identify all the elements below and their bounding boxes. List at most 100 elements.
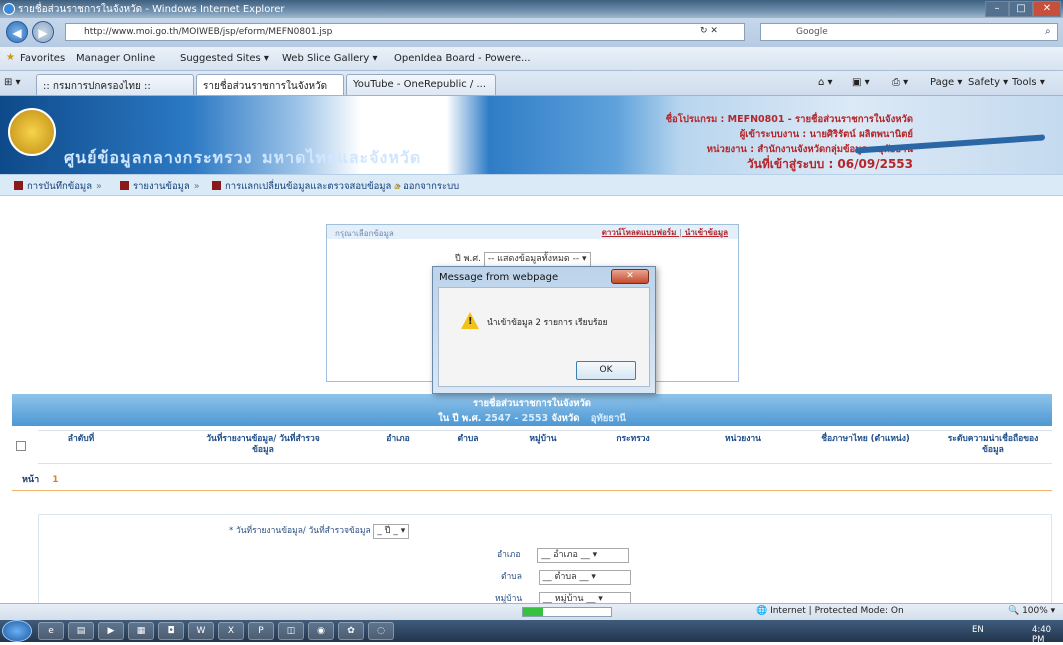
home-icon: ⌂: [394, 181, 401, 192]
col-subdistrict: ตำบล: [457, 434, 479, 444]
media-taskbar-icon[interactable]: ▶: [98, 622, 124, 640]
forward-icon[interactable]: ▶: [32, 21, 54, 43]
subdistrict-label: ตำบล: [501, 572, 522, 582]
home-icon[interactable]: ⌂ ▾: [818, 77, 833, 88]
window-title-bar: รายชื่อส่วนราชการในจังหวัด - Windows Int…: [0, 0, 1063, 18]
year-select[interactable]: -- แสดงข้อมูลทั้งหมด -- ▾: [483, 252, 591, 267]
col-reliability: ระดับความน่าเชื่อถือของข้อมูล: [947, 434, 1039, 455]
menu-report-data[interactable]: รายงานข้อมูล»: [120, 179, 204, 194]
window-title: รายชื่อส่วนราชการในจังหวัด - Windows Int…: [18, 4, 285, 15]
col-village: หมู่บ้าน: [529, 434, 557, 444]
pager-label: หน้า: [22, 475, 40, 485]
app-taskbar-icon[interactable]: ◉: [308, 622, 334, 640]
tab-youtube[interactable]: YouTube - OneRepublic / ...: [346, 74, 496, 95]
safety-menu[interactable]: Safety ▾: [968, 77, 1008, 88]
dialog-message: นำเข้าข้อมูล 2 รายการ เรียบร้อย: [487, 318, 608, 328]
menu-exchange-data[interactable]: การแลกเปลี่ยนข้อมูลและตรวจสอบข้อมูล»: [212, 179, 405, 194]
year-row: ปี พ.ศ. -- แสดงข้อมูลทั้งหมด -- ▾: [455, 251, 591, 267]
pager: หน้า 1: [22, 472, 59, 486]
dialog-body: ! นำเข้าข้อมูล 2 รายการ เรียบร้อย OK: [438, 287, 650, 387]
village-select[interactable]: __ หมู่บ้าน __ ▾: [538, 592, 631, 603]
tools-menu[interactable]: Tools ▾: [1012, 77, 1045, 88]
col-thai-name: ชื่อภาษาไทย (ตำแหน่ง): [821, 434, 910, 444]
import-data-link[interactable]: นำเข้าข้อมูล: [685, 228, 728, 237]
search-input[interactable]: Google: [760, 23, 1058, 41]
start-button[interactable]: [2, 620, 32, 642]
page-link[interactable]: 1: [52, 475, 58, 485]
back-icon[interactable]: ◀: [6, 21, 28, 43]
report-year-select[interactable]: _ ปี _ ▾: [373, 524, 410, 539]
message-dialog: Message from webpage ✕ ! นำเข้าข้อมูล 2 …: [432, 266, 656, 394]
fav-openidea-board[interactable]: OpenIdea Board - Powere...: [394, 53, 531, 64]
col-order: ลำดับที่: [67, 434, 95, 444]
app-taskbar-icon[interactable]: ◘: [158, 622, 184, 640]
print-icon[interactable]: ⎙ ▾: [892, 77, 908, 88]
clock[interactable]: 4:40 PM: [1032, 625, 1063, 645]
favorites-button[interactable]: Favorites: [20, 53, 65, 64]
fav-web-slice-gallery[interactable]: Web Slice Gallery ▾: [282, 53, 378, 64]
panel-links: ดาวน์โหลดแบบฟอร์ม | นำเข้าข้อมูล: [601, 228, 728, 237]
panel-header: กรุณาเลือกข้อมูล ดาวน์โหลดแบบฟอร์ม | นำเ…: [327, 225, 738, 239]
app-taskbar-icon[interactable]: ✿: [338, 622, 364, 640]
dialog-close-button[interactable]: ✕: [611, 269, 649, 284]
program-name: ชื่อโปรแกรม : MEFN0801 - รายชื่อส่วนราชก…: [665, 114, 913, 125]
menu-logout[interactable]: ⌂ ออกจากระบบ: [394, 179, 459, 194]
banner-mid-text: มหาดไทยและจังหวัด: [262, 148, 422, 167]
ok-button[interactable]: OK: [576, 361, 636, 380]
address-row: ◀ ▶ http://www.moi.go.th/MOIWEB/jsp/efor…: [0, 18, 1063, 47]
close-button[interactable]: ✕: [1033, 1, 1061, 17]
village-label: หมู่บ้าน: [495, 594, 523, 603]
dialog-title: Message from webpage: [439, 272, 559, 283]
app-taskbar-icon[interactable]: ◌: [368, 622, 394, 640]
app-taskbar-icon[interactable]: ▦: [128, 622, 154, 640]
zoom-level[interactable]: 🔍 100% ▾: [1008, 606, 1055, 616]
page-load-progress: [522, 607, 612, 617]
results-table-header: ลำดับที่ วันที่รายงานข้อมูล/ วันที่สำรวจ…: [38, 430, 1052, 464]
report-date-label: * วันที่รายงานข้อมูล/ วันที่สำรวจข้อมูล: [229, 526, 371, 536]
tab-moi-home[interactable]: :: กรมการปกครองไทย ::: [36, 74, 194, 95]
language-indicator[interactable]: EN: [972, 625, 984, 635]
status-bar: 🌐 Internet | Protected Mode: On 🔍 100% ▾: [0, 603, 1063, 620]
year-label: ปี พ.ศ.: [455, 254, 481, 264]
app-taskbar-icon[interactable]: ◫: [278, 622, 304, 640]
page-menu[interactable]: Page ▾: [930, 77, 962, 88]
warning-icon: !: [461, 312, 479, 329]
address-input[interactable]: http://www.moi.go.th/MOIWEB/jsp/eform/ME…: [65, 23, 745, 41]
favorites-bar: ★ Favorites Manager Online Suggested Sit…: [0, 47, 1063, 71]
star-icon: ★: [6, 52, 15, 63]
excel-taskbar-icon[interactable]: X: [218, 622, 244, 640]
refresh-icon[interactable]: ↻ ✕: [700, 26, 718, 36]
minimize-button[interactable]: –: [985, 1, 1009, 17]
explorer-taskbar-icon[interactable]: ▤: [68, 622, 94, 640]
site-banner: ศูนย์ข้อมูลกลางกระทรวง มหาดไทยและจังหวัด…: [0, 96, 1063, 184]
powerpoint-taskbar-icon[interactable]: P: [248, 622, 274, 640]
menu-record-data[interactable]: การบันทึกข้อมูล»: [14, 179, 106, 194]
feeds-icon[interactable]: ▣ ▾: [852, 77, 870, 88]
ministry-logo: [8, 108, 56, 156]
ie-taskbar-icon[interactable]: e: [38, 622, 64, 640]
fav-manager-online[interactable]: Manager Online: [76, 53, 155, 64]
panel-head-label: กรุณาเลือกข้อมูล: [335, 229, 394, 238]
tab-province-agencies[interactable]: รายชื่อส่วนราชการในจังหวัด: [196, 74, 344, 95]
quick-tabs-icon[interactable]: ⊞ ▾: [4, 77, 21, 88]
tab-bar: ⊞ ▾ :: กรมการปกครองไทย :: รายชื่อส่วนราช…: [0, 71, 1063, 96]
download-form-link[interactable]: ดาวน์โหลดแบบฟอร์ม: [602, 228, 677, 237]
subdistrict-select[interactable]: __ ตำบล __ ▾: [538, 570, 631, 585]
search-icon[interactable]: ⌕: [1045, 26, 1051, 37]
logged-user: ผู้เข้าระบบงาน : นายศิริรัตน์ ผลิตพนานิต…: [739, 129, 913, 140]
district-row: อำเภอ __ อำเภอ __ ▾: [497, 547, 630, 563]
windows-taskbar: e ▤ ▶ ▦ ◘ W X P ◫ ◉ ✿ ◌ EN 4:40 PM: [0, 620, 1063, 645]
zone-status: 🌐 Internet | Protected Mode: On: [756, 606, 904, 616]
maximize-button[interactable]: □: [1009, 1, 1033, 17]
col-report-date: วันที่รายงานข้อมูล/ วันที่สำรวจข้อมูล: [206, 434, 320, 455]
subdistrict-row: ตำบล __ ตำบล __ ▾: [501, 569, 631, 585]
word-taskbar-icon[interactable]: W: [188, 622, 214, 640]
fav-suggested-sites[interactable]: Suggested Sites ▾: [180, 53, 269, 64]
district-label: อำเภอ: [497, 550, 521, 560]
col-agency: หน่วยงาน: [725, 434, 761, 444]
banner-left-text: ศูนย์ข้อมูลกลางกระทรวง: [64, 148, 253, 167]
select-all-checkbox[interactable]: [16, 441, 26, 451]
search-form: * วันที่รายงานข้อมูล/ วันที่สำรวจข้อมูล …: [38, 514, 1052, 603]
list-subtitle: ใน ปี พ.ศ. 2547 - 2553 จังหวัด อุทัยธานี: [438, 413, 626, 424]
district-select[interactable]: __ อำเภอ __ ▾: [537, 548, 630, 563]
